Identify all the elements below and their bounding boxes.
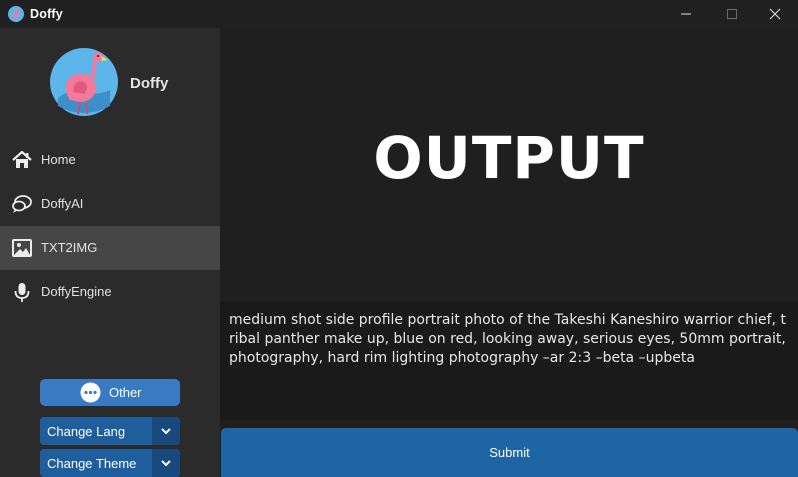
main-panel: OUTPUT medium shot side profile portrait…: [220, 28, 798, 477]
maximize-icon: [727, 9, 737, 19]
sidebar-item-label: TXT2IMG: [41, 240, 98, 255]
window-title: Doffy: [30, 7, 63, 21]
sidebar-item-label: DoffyAI: [41, 196, 84, 211]
microphone-icon: [14, 283, 30, 302]
app-window: Doffy Doffy Home DoffyAI TXT2IMG DoffyEn…: [0, 0, 798, 477]
chevron-down-icon: [161, 460, 171, 467]
sidebar-item-label: DoffyEngine: [41, 284, 112, 299]
sidebar-item-txt2img[interactable]: TXT2IMG: [0, 226, 220, 270]
chat-icon: [12, 195, 32, 213]
more-icon: [80, 382, 101, 403]
change-lang-label: Change Lang: [47, 424, 126, 439]
home-icon: [12, 150, 32, 168]
app-icon: [8, 6, 24, 22]
prompt-textbox[interactable]: medium shot side profile portrait photo …: [220, 302, 798, 420]
submit-button[interactable]: Submit: [221, 428, 798, 477]
change-theme-dropdown[interactable]: Change Theme: [40, 449, 180, 477]
other-button-label: Other: [109, 385, 142, 400]
title-bar: Doffy: [0, 0, 798, 28]
minimize-button[interactable]: [663, 0, 709, 28]
sidebar-item-home[interactable]: Home: [0, 138, 220, 182]
maximize-button[interactable]: [709, 0, 755, 28]
minimize-icon: [681, 13, 691, 15]
sidebar: Doffy Home DoffyAI TXT2IMG DoffyEngine O…: [0, 28, 220, 477]
change-theme-arrow[interactable]: [152, 449, 180, 477]
change-lang-arrow[interactable]: [152, 417, 180, 445]
close-button[interactable]: [752, 0, 798, 28]
chevron-down-icon: [161, 428, 171, 435]
change-theme-label: Change Theme: [47, 456, 137, 471]
image-icon: [12, 239, 32, 257]
sidebar-item-doffyengine[interactable]: DoffyEngine: [0, 270, 220, 314]
close-icon: [769, 8, 781, 20]
output-title: OUTPUT: [373, 124, 645, 192]
other-button[interactable]: Other: [40, 379, 180, 406]
flamingo-logo: [50, 48, 118, 116]
change-lang-dropdown[interactable]: Change Lang: [40, 417, 180, 445]
app-name: Doffy: [130, 75, 169, 92]
sidebar-item-doffyai[interactable]: DoffyAI: [0, 182, 220, 226]
sidebar-item-label: Home: [41, 152, 76, 167]
